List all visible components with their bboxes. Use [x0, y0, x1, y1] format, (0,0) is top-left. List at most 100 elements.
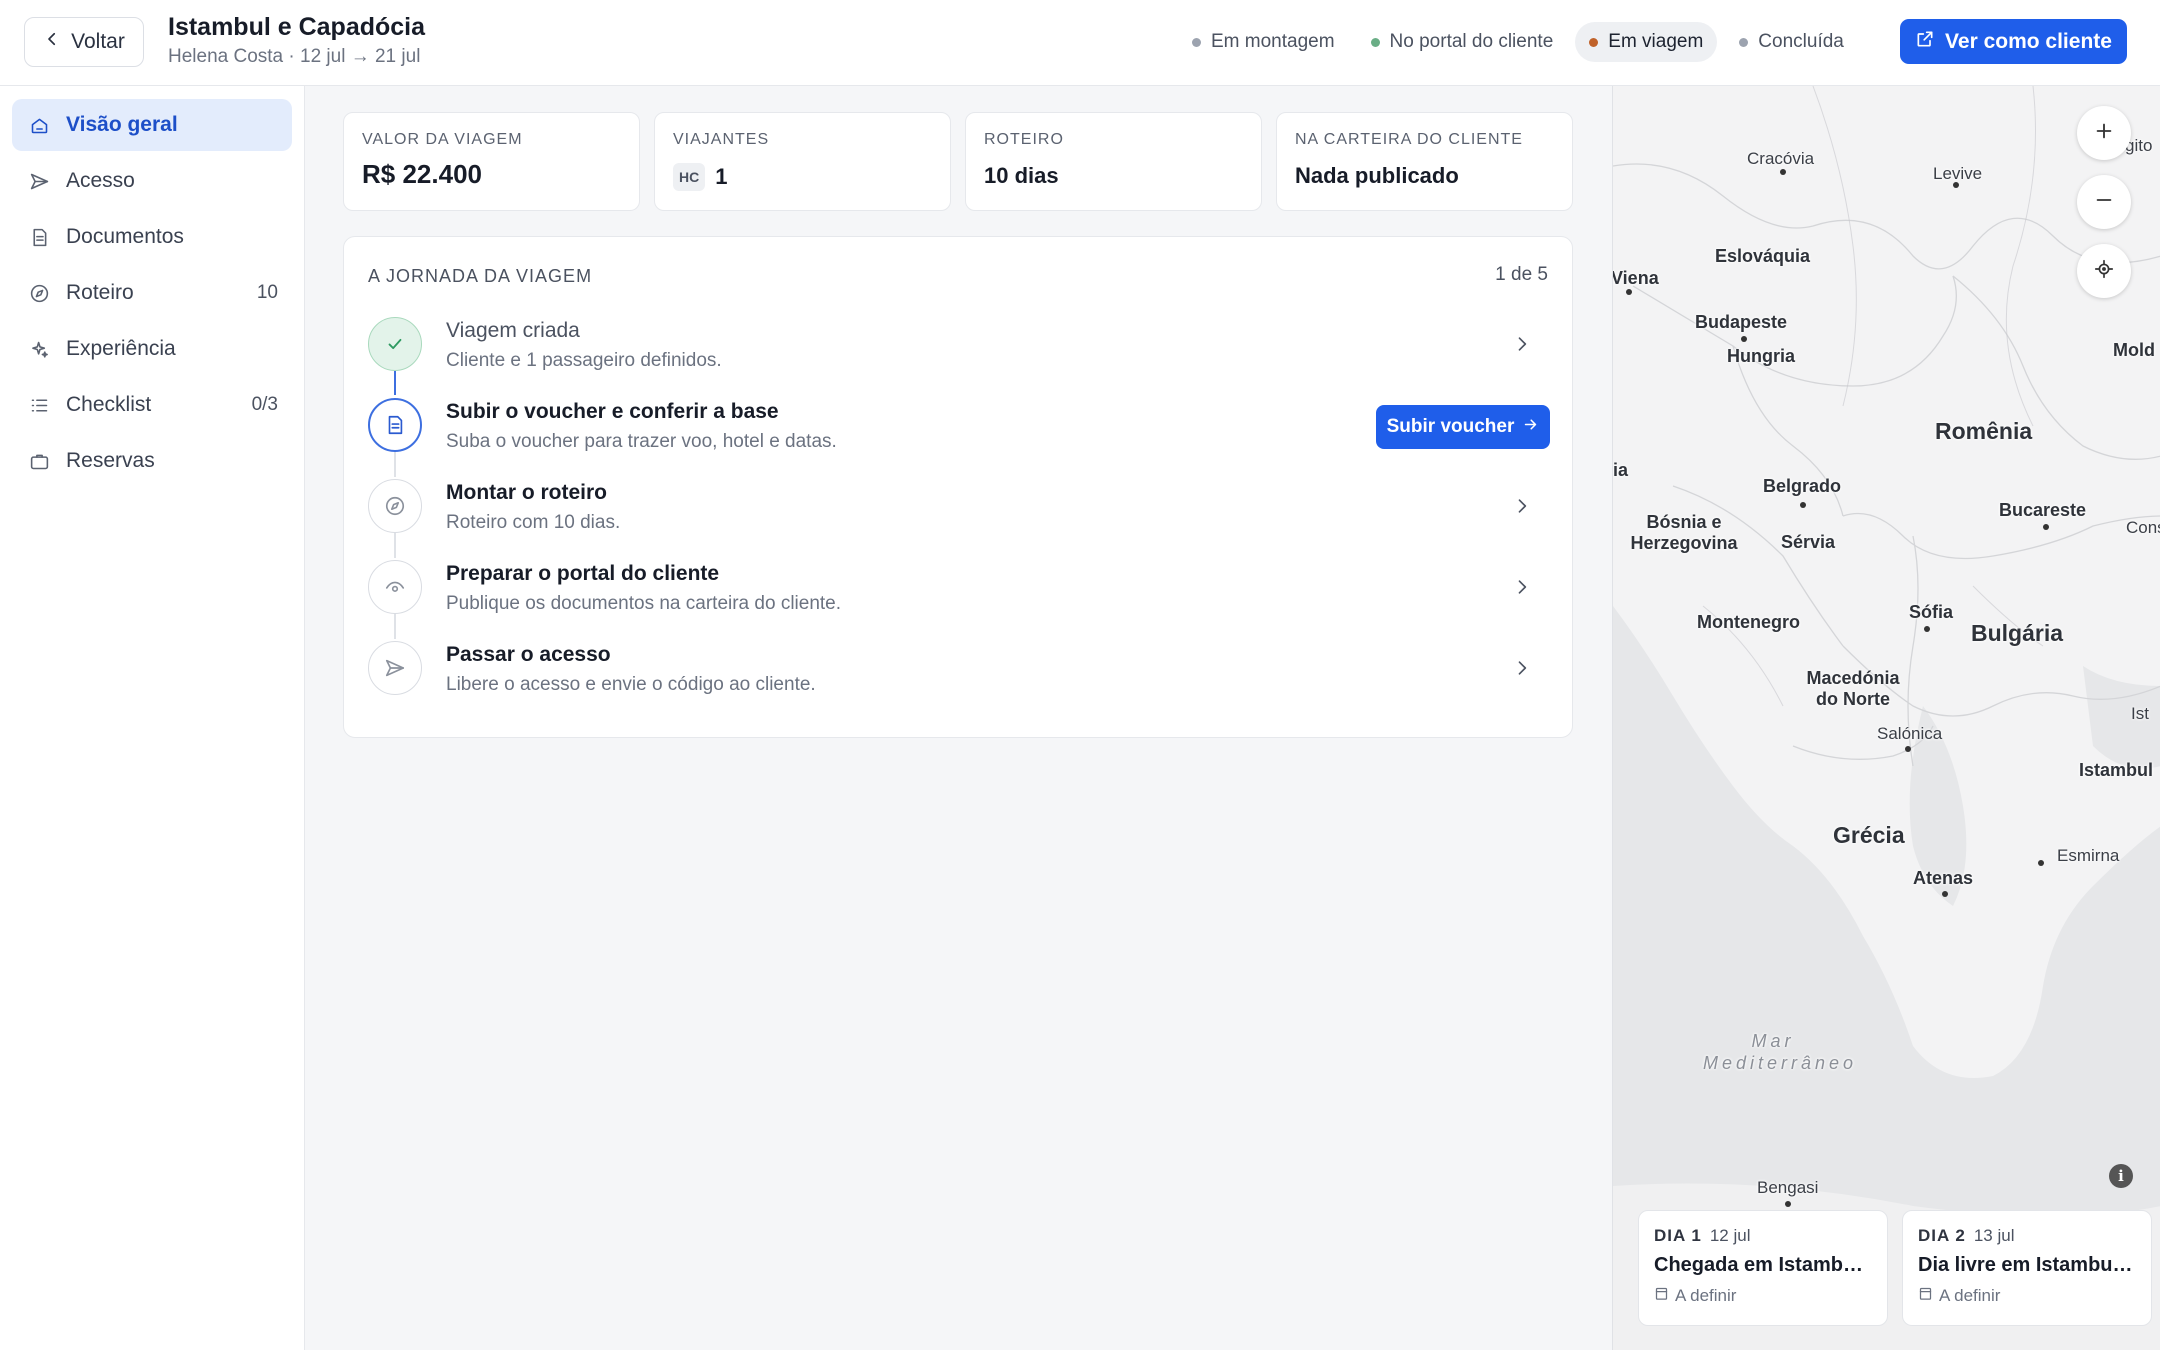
day-header: DIA 2 13 jul	[1918, 1226, 2136, 1246]
status-no-portal[interactable]: No portal do cliente	[1357, 22, 1568, 62]
checklist-icon	[28, 394, 50, 416]
chevron-right-icon	[1512, 334, 1532, 354]
trip-map[interactable]: Cracóvia Levive Eslováquia Viena Budapes…	[1612, 86, 2160, 1350]
send-icon	[368, 641, 422, 695]
city-dot	[1780, 169, 1786, 175]
compass-icon	[28, 282, 50, 304]
traveler-avatar[interactable]: HC	[673, 163, 706, 191]
sidebar-item-checklist[interactable]: Checklist 0/3	[12, 379, 292, 431]
map-label-hungria: Hungria	[1727, 346, 1796, 366]
sidebar-item-label: Acesso	[66, 169, 135, 192]
map-label-macedonia: Macedónia do Norte	[1806, 668, 1900, 709]
map-label-eslovaquia: Eslováquia	[1715, 246, 1811, 266]
minus-icon	[2093, 189, 2115, 216]
upload-voucher-label: Subir voucher	[1386, 416, 1515, 437]
top-header: Voltar Istambul e Capadócia Helena Costa…	[0, 0, 2160, 86]
stat-card-roteiro: ROTEIRO 10 dias	[965, 112, 1262, 211]
day-card[interactable]: DIA 1 12 jul Chegada em Istambul e Bósfor…	[1638, 1210, 1888, 1326]
journey-step-acesso[interactable]: Passar o acesso Libere o acesso e envie …	[368, 633, 1550, 703]
sidebar-item-documentos[interactable]: Documentos	[12, 211, 292, 263]
back-button[interactable]: Voltar	[24, 17, 144, 67]
map-label-servia: Sérvia	[1781, 532, 1836, 552]
page-subtitle: Helena Costa · 12 jul → 21 jul	[168, 46, 421, 67]
sidebar-item-reservas[interactable]: Reservas	[12, 435, 292, 487]
bed-icon	[1654, 1286, 1669, 1306]
sidebar-item-count: 10	[256, 282, 278, 303]
map-label-belgrado: Belgrado	[1763, 476, 1842, 496]
map-label-bosnia: Bósnia e Herzegovina	[1630, 512, 1738, 553]
sidebar-item-roteiro[interactable]: Roteiro 10	[12, 267, 292, 319]
map-label-bengasi: Bengasi	[1757, 1178, 1819, 1197]
document-icon	[368, 398, 422, 452]
sidebar-item-acesso[interactable]: Acesso	[12, 155, 292, 207]
city-dot	[1800, 502, 1806, 508]
locate-button[interactable]	[2077, 244, 2131, 298]
status-label: Concluída	[1758, 31, 1844, 52]
status-em-viagem[interactable]: Em viagem	[1575, 22, 1718, 62]
chevron-right-icon	[1512, 577, 1532, 597]
map-label-atenas: Atenas	[1913, 868, 1974, 888]
stat-card-carteira: NA CARTEIRA DO CLIENTE Nada publicado	[1276, 112, 1573, 211]
city-dot	[1905, 746, 1911, 752]
step-description: Cliente e 1 passageiro definidos.	[446, 350, 722, 371]
view-as-client-label: Ver como cliente	[1945, 29, 2112, 53]
day-header: DIA 1 12 jul	[1654, 1226, 1872, 1246]
stat-value: 10 dias	[984, 163, 1059, 188]
status-dot	[1192, 37, 1201, 47]
chevron-right-icon	[1512, 496, 1532, 516]
day-status: A definir	[1918, 1286, 2136, 1306]
day-title: Chegada em Istambul e Bósforo	[1654, 1254, 1872, 1276]
send-icon	[28, 170, 50, 192]
day-card[interactable]: DIA 2 13 jul Dia livre em Istambul e Baza…	[1902, 1210, 2152, 1326]
city-dot	[1785, 1201, 1791, 1207]
sidebar-item-count: 0/3	[251, 394, 278, 415]
status-em-montagem[interactable]: Em montagem	[1178, 22, 1349, 62]
info-icon[interactable]: i	[2109, 1164, 2133, 1188]
journey-step-portal[interactable]: Preparar o portal do cliente Publique os…	[368, 552, 1550, 622]
check-icon	[368, 317, 422, 371]
map-label-grecia: Grécia	[1833, 822, 1905, 848]
map-label-cracovia: Cracóvia	[1747, 149, 1815, 168]
map-label-moldavia: Mold	[2113, 340, 2155, 360]
status-concluida[interactable]: Concluída	[1725, 22, 1858, 62]
main-content: VALOR DA VIAGEM R$ 22.400 VIAJANTES HC 1…	[306, 86, 1611, 1350]
chevron-right-icon	[1512, 658, 1532, 678]
upload-voucher-button[interactable]: Subir voucher	[1376, 405, 1550, 449]
stat-value: R$ 22.400	[362, 159, 482, 189]
map-label-romenia: Romênia	[1935, 418, 2033, 444]
map-label-istambul: Istambul	[2079, 760, 2154, 780]
sidebar: Visão geral Acesso Documentos Roteiro 10…	[0, 86, 305, 1350]
document-icon	[28, 226, 50, 248]
day-number: DIA 1	[1654, 1226, 1702, 1245]
status-dot	[1370, 37, 1380, 47]
chevron-left-icon	[43, 30, 61, 54]
zoom-out-button[interactable]	[2077, 175, 2131, 229]
journey-step-voucher[interactable]: Subir o voucher e conferir a base Suba o…	[368, 390, 1550, 460]
city-dot	[1924, 626, 1930, 632]
status-dot	[1589, 37, 1599, 47]
external-link-icon	[1915, 29, 1935, 55]
step-description: Libere o acesso e envie o código ao clie…	[446, 674, 816, 695]
step-description: Publique os documentos na carteira do cl…	[446, 593, 842, 614]
map-label-sofia: Sófia	[1909, 602, 1954, 622]
journey-step-viagem-criada[interactable]: Viagem criada Cliente e 1 passageiro def…	[368, 309, 1550, 379]
journey-title: A JORNADA DA VIAGEM	[368, 266, 593, 286]
zoom-in-button[interactable]	[2077, 106, 2131, 160]
sidebar-item-visao-geral[interactable]: Visão geral	[12, 99, 292, 151]
step-title: Montar o roteiro	[446, 481, 607, 504]
briefcase-icon	[28, 450, 50, 472]
stat-card-viajantes: VIAJANTES HC 1	[654, 112, 951, 211]
journey-step-roteiro[interactable]: Montar o roteiro Roteiro com 10 dias.	[368, 471, 1550, 541]
sidebar-item-label: Documentos	[66, 225, 184, 248]
map-label-bucareste: Bucareste	[1999, 500, 2087, 520]
stat-label: NA CARTEIRA DO CLIENTE	[1295, 131, 1523, 148]
map-label-esmirna: Esmirna	[2057, 846, 2120, 865]
sidebar-item-experiencia[interactable]: Experiência	[12, 323, 292, 375]
view-as-client-button[interactable]: Ver como cliente	[1900, 19, 2127, 64]
sidebar-item-label: Roteiro	[66, 281, 134, 304]
city-dot	[1942, 891, 1948, 897]
crosshair-icon	[2093, 258, 2115, 285]
home-icon	[28, 114, 50, 136]
step-description: Suba o voucher para trazer voo, hotel e …	[446, 431, 837, 452]
map-label-ist: Ist	[2131, 704, 2149, 723]
